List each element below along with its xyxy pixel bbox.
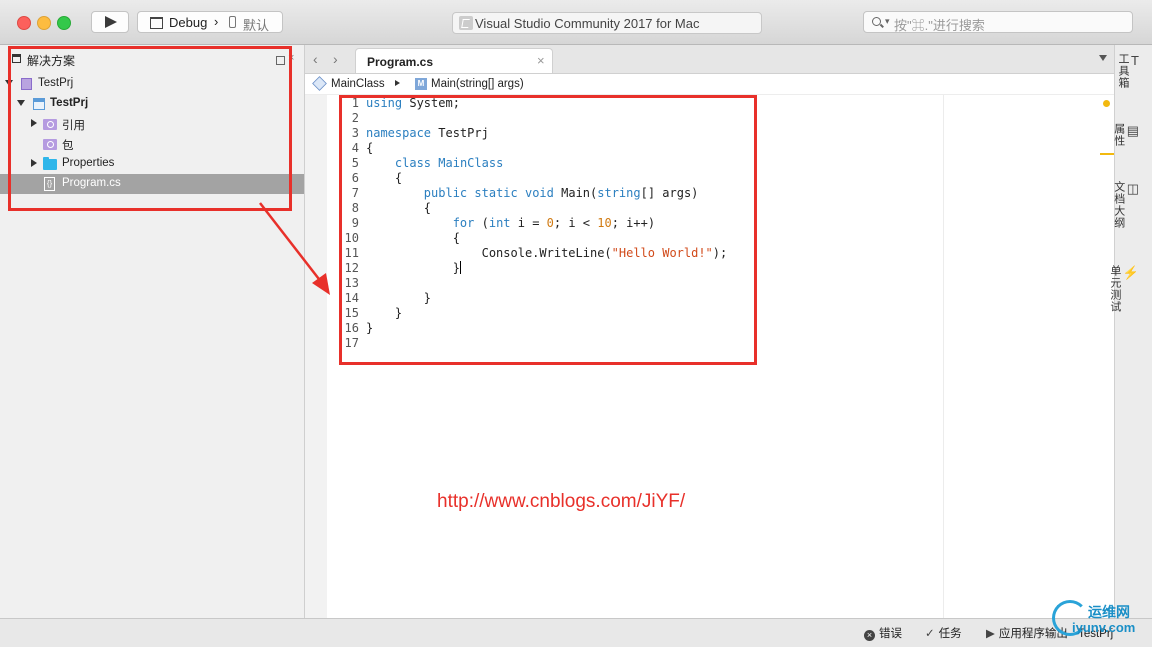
method-icon: M (415, 78, 427, 90)
editor-gutter (305, 95, 327, 618)
navigate-forward-icon[interactable]: › (333, 51, 338, 67)
config-label: Debug (169, 15, 208, 30)
hammer-icon: T (1131, 53, 1140, 68)
unit-tests-label: 单元测试 (1108, 265, 1121, 313)
breadcrumb: MainClass M Main(string[] args) (305, 74, 1114, 95)
properties-tab[interactable]: ▤ 属性 (1113, 123, 1140, 147)
document-tab-bar: ‹ › Program.cs × (305, 45, 1114, 74)
title-bar: Debug › 默认 Visual Studio Community 2017 … (0, 0, 1152, 45)
errors-label: 错误 (879, 628, 902, 640)
configuration-selector[interactable]: Debug › 默认 (137, 11, 283, 33)
device-icon (229, 16, 236, 28)
search-input[interactable]: ▾ 按"⌘."进行搜索 (863, 11, 1133, 33)
right-pad-bar: T 工具箱 ▤ 属性 ◫ 文档大纲 ⚡ 单元测试 (1109, 45, 1152, 618)
tasks-button[interactable]: ✓ 任务 (925, 625, 962, 641)
annotation-box-solution (8, 46, 292, 211)
tab-label: Program.cs (367, 55, 434, 69)
window-title-box: Visual Studio Community 2017 for Mac (452, 12, 762, 34)
chevron-down-icon: ▾ (885, 16, 890, 26)
window-icon (150, 17, 163, 29)
toolbox-tab[interactable]: T 工具箱 (1117, 53, 1140, 89)
class-icon (312, 76, 327, 91)
device-label: 默认 (243, 18, 270, 33)
outline-label: 文档大纲 (1112, 181, 1125, 229)
breadcrumb-method[interactable]: Main(string[] args) (431, 78, 524, 90)
errors-button[interactable]: × 错误 (864, 625, 902, 641)
annotation-arrow (259, 202, 330, 295)
close-tab-icon[interactable]: × (537, 53, 545, 68)
lightning-icon: ⚡ (1122, 265, 1140, 280)
navigate-back-icon[interactable]: ‹ (313, 51, 318, 67)
properties-label: 属性 (1112, 123, 1125, 147)
logo-text-en: iyunv.com (1072, 620, 1136, 635)
checkmark-icon: ✓ (925, 628, 935, 640)
annotation-url: http://www.cnblogs.com/JiYF/ (437, 491, 686, 512)
maximize-window-button[interactable] (57, 16, 71, 30)
logo-text-cn: 运维网 (1088, 604, 1130, 620)
tab-program-cs[interactable]: Program.cs × (355, 48, 553, 73)
run-button[interactable] (91, 11, 129, 33)
breadcrumb-class[interactable]: MainClass (331, 78, 385, 90)
search-icon (872, 17, 881, 26)
tab-list-dropdown-icon[interactable] (1099, 55, 1107, 61)
minimize-window-button[interactable] (37, 16, 51, 30)
document-outline-tab[interactable]: ◫ 文档大纲 (1113, 181, 1140, 229)
toolbox-label: 工具箱 (1117, 53, 1130, 89)
visual-studio-icon (459, 16, 473, 30)
annotation-box-code (339, 95, 757, 365)
unit-tests-tab[interactable]: ⚡ 单元测试 (1109, 265, 1140, 313)
error-icon: × (864, 630, 875, 641)
outline-icon: ◫ (1126, 181, 1140, 196)
properties-icon: ▤ (1126, 123, 1140, 138)
tasks-label: 任务 (938, 628, 962, 640)
window-title: Visual Studio Community 2017 for Mac (475, 16, 700, 31)
search-placeholder: 按"⌘."进行搜索 (894, 18, 985, 33)
close-window-button[interactable] (17, 16, 31, 30)
play-icon (105, 16, 117, 28)
chevron-right-icon: › (214, 14, 219, 29)
site-logo: 运维网 iyunv.com (1052, 598, 1144, 642)
status-bar: × 错误 ✓ 任务 ▶ 应用程序输出 - TestPrj (0, 618, 1152, 647)
breadcrumb-separator-icon (395, 80, 400, 86)
play-icon: ▶ (986, 628, 995, 640)
